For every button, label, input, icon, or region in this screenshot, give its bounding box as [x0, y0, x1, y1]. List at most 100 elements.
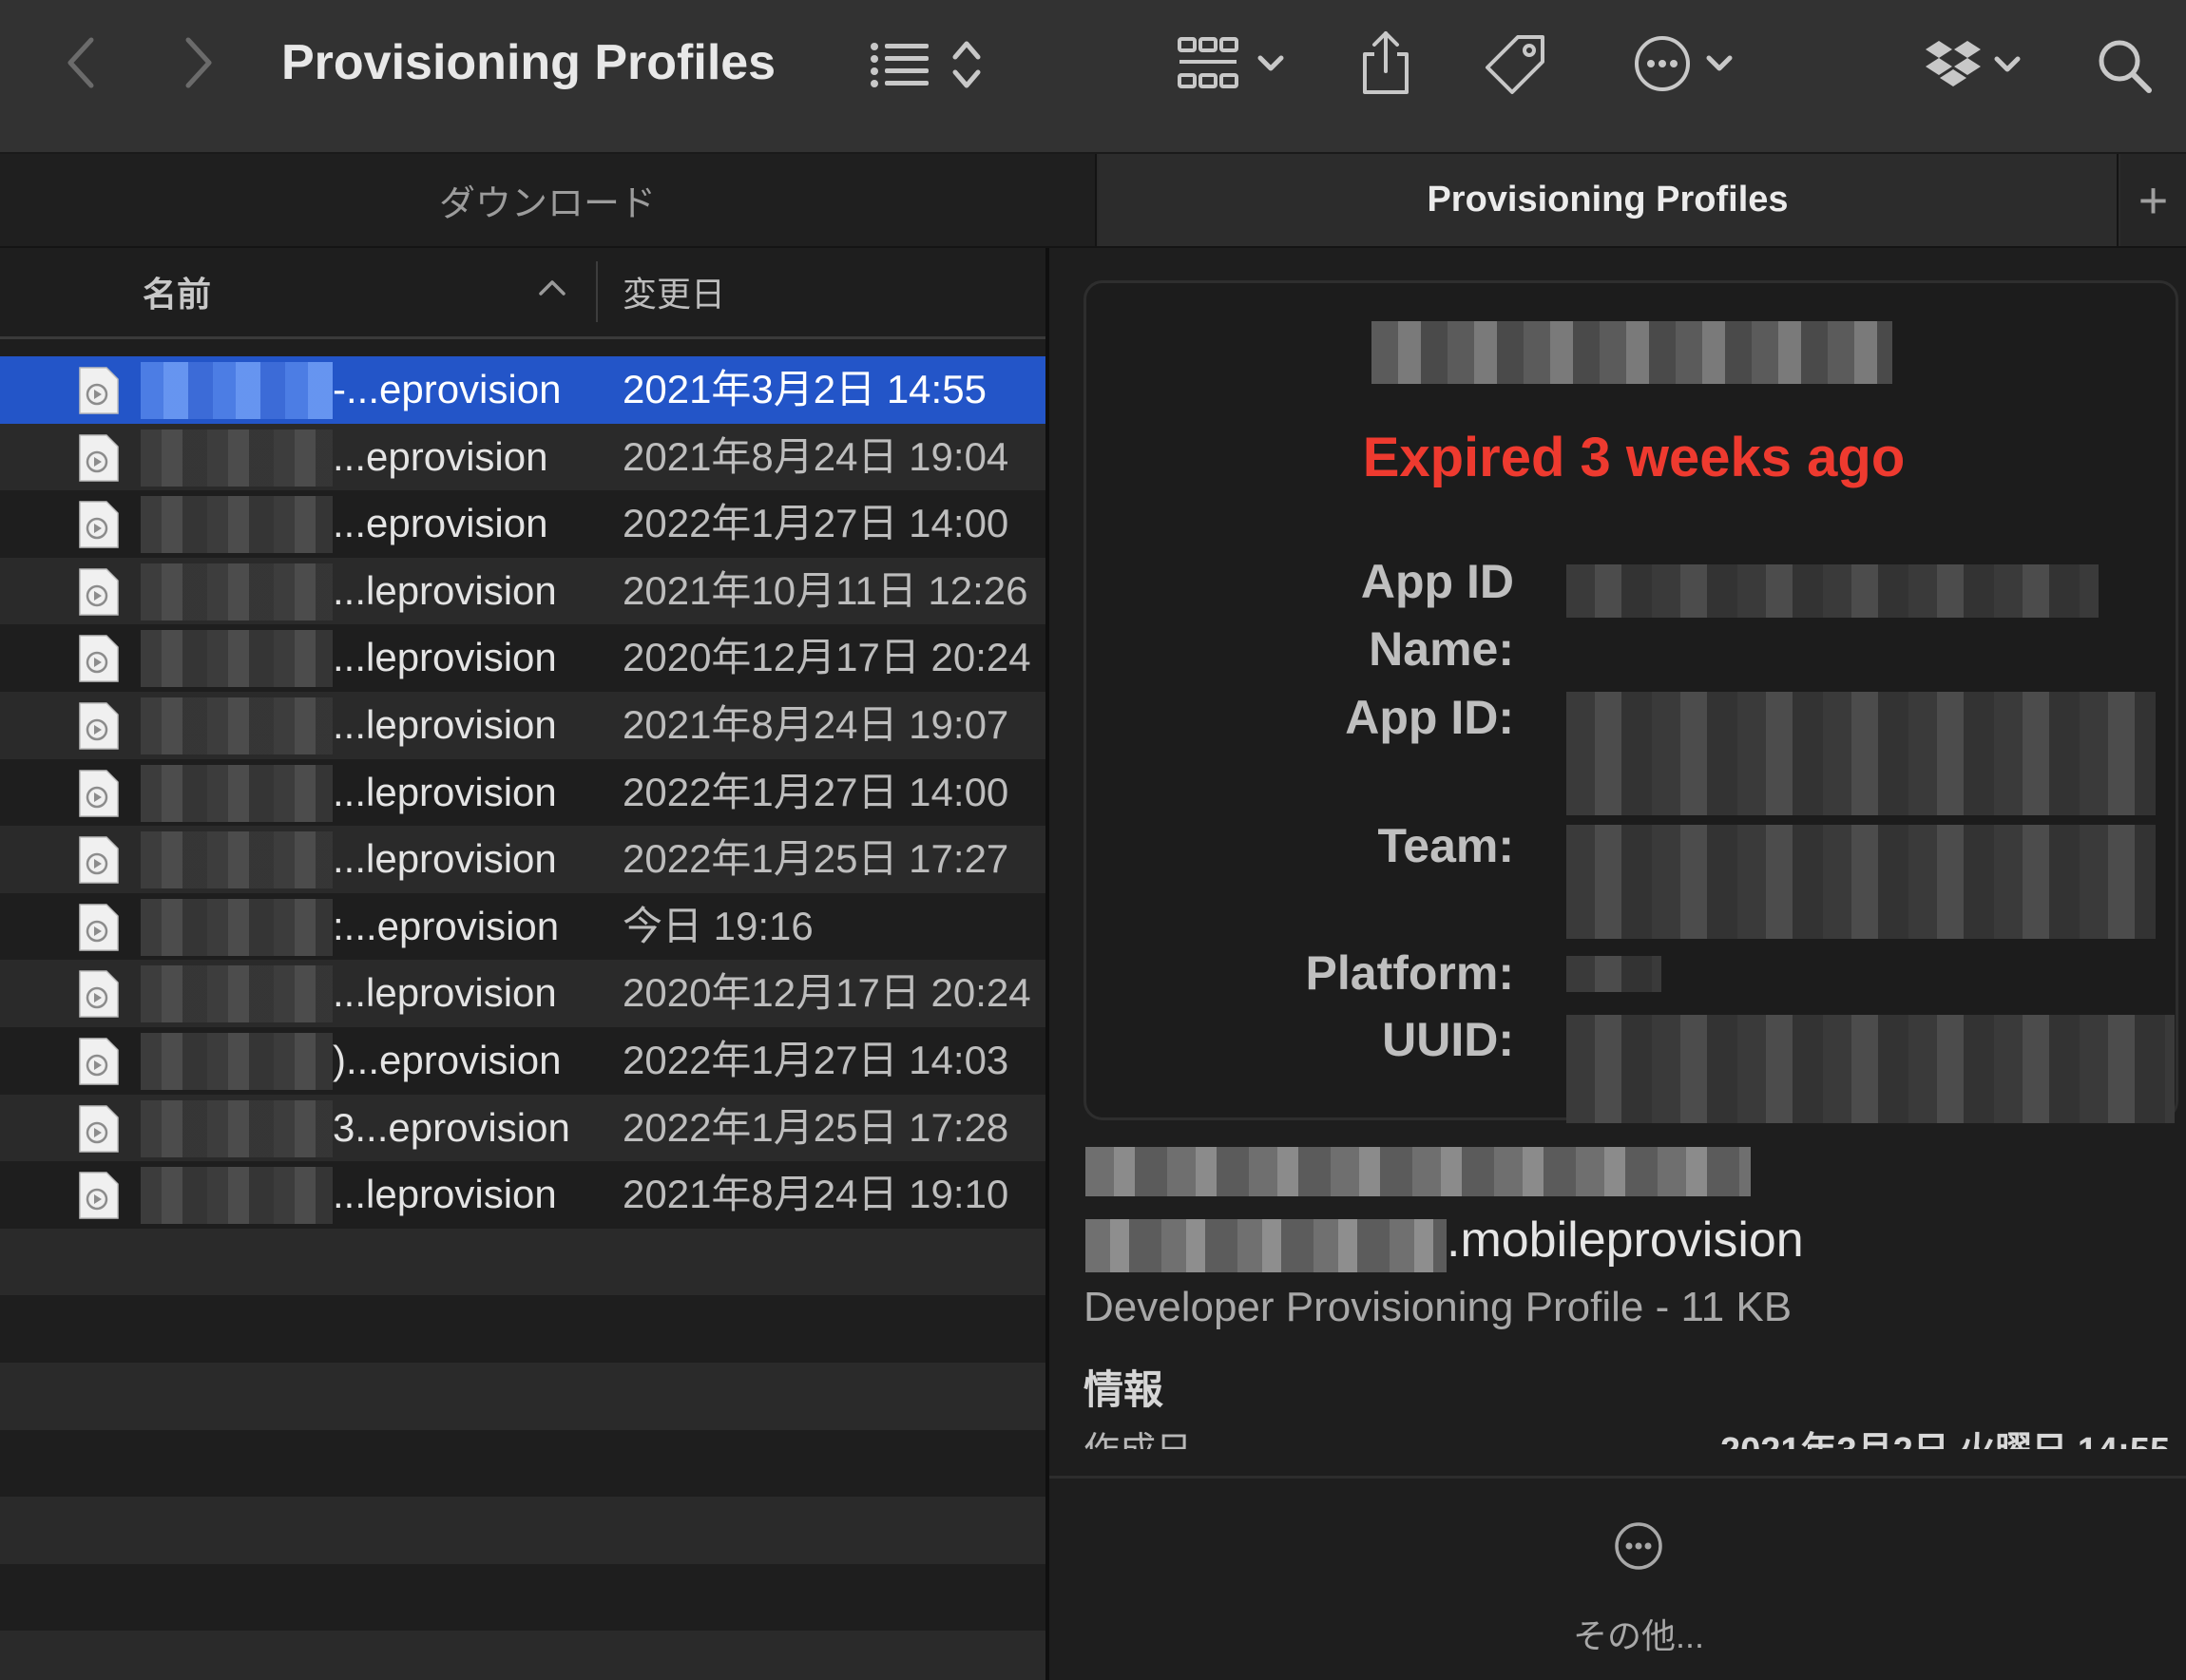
provisioning-file-icon	[76, 567, 120, 617]
platform-value-redacted	[1566, 956, 1661, 992]
filename-redacted	[141, 496, 333, 554]
label-uuid: UUID:	[1382, 1013, 1514, 1066]
file-name: :...eprovision	[333, 903, 560, 948]
file-row[interactable]: ...eprovision 2022年1月27日 14:00	[0, 490, 1045, 558]
filename-redacted	[141, 630, 333, 688]
filename-redacted	[141, 362, 333, 419]
provisioning-file-icon	[76, 1171, 120, 1220]
filename-redacted	[1085, 1219, 1447, 1272]
tab-bar: ダウンロード Provisioning Profiles +	[0, 152, 2186, 248]
grid-view-icon	[1178, 37, 1238, 88]
chevron-down-icon	[1706, 55, 1733, 71]
column-header: 名前 変更日	[0, 248, 1045, 339]
file-modified-date: 2022年1月27日 14:03	[623, 1037, 1009, 1082]
file-row[interactable]: ...leprovision 2022年1月25日 17:27	[0, 826, 1045, 893]
add-tab-button[interactable]: +	[2120, 154, 2186, 246]
modified-column-header[interactable]: 変更日	[623, 267, 725, 316]
chevron-down-icon	[1994, 56, 2021, 72]
forward-button[interactable]	[175, 34, 222, 91]
file-modified-date: 2022年1月27日 14:00	[623, 501, 1009, 546]
file-name: ...eprovision	[333, 501, 548, 546]
group-button[interactable]	[1169, 32, 1293, 95]
column-separator[interactable]	[596, 261, 598, 322]
file-name: ...leprovision	[333, 567, 557, 613]
file-modified-date: 2021年8月24日 19:04	[623, 433, 1009, 479]
filename-redacted	[141, 563, 333, 620]
file-name: -...eprovision	[333, 367, 562, 411]
provisioning-file-icon	[76, 769, 120, 818]
dropbox-button[interactable]	[1918, 36, 2028, 93]
file-modified-date: 2021年10月11日 12:26	[623, 567, 1028, 613]
file-modified-date: 2022年1月27日 14:00	[623, 769, 1009, 814]
file-row[interactable]: ...eprovision 2021年8月24日 19:04	[0, 423, 1045, 491]
file-row[interactable]: ...leprovision 2021年8月24日 19:07	[0, 691, 1045, 759]
filename-redacted	[141, 1032, 333, 1090]
label-app-id: App ID:	[1345, 691, 1514, 744]
app-id-name-value-redacted	[1566, 564, 2099, 618]
label-app-id-name-line2: Name:	[1369, 622, 1514, 676]
more-actions-button[interactable]	[1621, 32, 1745, 95]
empty-row	[0, 1295, 1045, 1363]
file-row[interactable]: -...eprovision 2021年3月2日 14:55	[0, 356, 1045, 424]
filename-redacted	[141, 965, 333, 1023]
filename-redacted	[141, 898, 333, 956]
empty-row	[0, 1362, 1045, 1430]
preview-separator	[1049, 1476, 2186, 1479]
file-name: ...eprovision	[333, 433, 548, 479]
file-name: ...leprovision	[333, 970, 557, 1016]
file-row[interactable]: ...leprovision 2021年10月11日 12:26	[0, 557, 1045, 625]
empty-row	[0, 1429, 1045, 1498]
filename-redacted	[141, 697, 333, 754]
search-icon	[2099, 40, 2152, 93]
file-rows: -...eprovision 2021年3月2日 14:55 ...eprovisi…	[0, 356, 1045, 1680]
file-kind-size: Developer Provisioning Profile - 11 KB	[1083, 1284, 1793, 1330]
empty-row	[0, 1631, 1045, 1680]
label-app-id-name-line1: App ID	[1360, 555, 1514, 608]
file-list-pane: 名前 変更日 -...eprovision 2021年3月2日 14:55 ...e…	[0, 248, 1045, 1680]
file-row[interactable]: ...leprovision 2021年8月24日 19:10	[0, 1161, 1045, 1229]
label-platform: Platform:	[1305, 946, 1514, 1000]
more-icon	[1615, 1522, 1662, 1570]
chevron-down-icon	[1257, 55, 1284, 71]
file-modified-date: 2020年12月17日 20:24	[623, 970, 1031, 1016]
file-row[interactable]: ...leprovision 2020年12月17日 20:24	[0, 624, 1045, 692]
provisioning-file-icon	[76, 1037, 120, 1086]
view-mode-button[interactable]	[865, 34, 988, 95]
created-value: 2021年3月2日 火曜日 14:55	[1720, 1421, 2170, 1449]
file-modified-date: 2021年8月24日 19:10	[623, 1172, 1009, 1217]
created-date-row: 作成日 2021年3月2日 火曜日 14:55	[1083, 1421, 2186, 1449]
file-row[interactable]: :...eprovision 今日 19:16	[0, 892, 1045, 961]
tag-button[interactable]	[1483, 32, 1549, 99]
more-actions-icon	[1635, 36, 1690, 91]
filename-redacted	[141, 831, 333, 889]
file-row[interactable]: 3...eprovision 2022年1月25日 17:28	[0, 1094, 1045, 1162]
profile-preview-card: Expired 3 weeks ago App ID Name: App ID:…	[1083, 280, 2178, 1123]
empty-row	[0, 1563, 1045, 1632]
toolbar: Provisioning Profiles	[0, 0, 2186, 152]
file-name: ...leprovision	[333, 1172, 557, 1217]
uuid-value-redacted	[1566, 1015, 2175, 1123]
back-button[interactable]	[57, 34, 105, 91]
file-row[interactable]: )...eprovision 2022年1月27日 14:03	[0, 1026, 1045, 1095]
file-row[interactable]: ...leprovision 2022年1月27日 14:00	[0, 758, 1045, 827]
empty-row	[0, 1497, 1045, 1564]
more-button[interactable]: その他...	[1544, 1521, 1734, 1655]
sort-updown-icon	[952, 41, 981, 88]
file-name: ...leprovision	[333, 701, 557, 747]
filename-redacted	[141, 1167, 333, 1225]
file-name: 3...eprovision	[333, 1104, 570, 1150]
file-row[interactable]: ...leprovision 2020年12月17日 20:24	[0, 960, 1045, 1027]
label-team: Team:	[1377, 819, 1514, 872]
share-button[interactable]	[1354, 29, 1417, 97]
tab-downloads[interactable]: ダウンロード	[0, 154, 1097, 246]
file-name: )...eprovision	[333, 1037, 562, 1082]
uuid-filename-redacted	[1085, 1147, 1751, 1196]
provisioning-file-icon	[76, 433, 120, 483]
chevron-right-icon	[185, 37, 212, 88]
sort-ascending-icon[interactable]	[537, 277, 567, 297]
provisioning-file-icon	[76, 835, 120, 885]
name-column-header[interactable]: 名前	[143, 267, 211, 316]
tab-provisioning-profiles[interactable]: Provisioning Profiles	[1099, 154, 2119, 246]
search-button[interactable]	[2091, 32, 2157, 99]
created-label: 作成日	[1083, 1421, 1192, 1449]
